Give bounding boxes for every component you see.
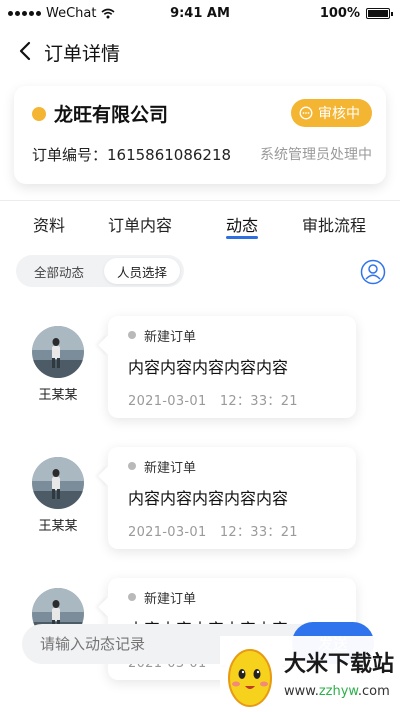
activity-filter: 全部动态 人员选择 <box>16 255 184 287</box>
event-dot <box>128 331 136 339</box>
user-icon <box>360 259 386 285</box>
avatar <box>32 326 84 378</box>
company-status-dot <box>32 107 46 121</box>
tab-info[interactable]: 资料 <box>33 212 65 236</box>
page-title: 订单详情 <box>44 43 121 65</box>
event-content: 内容内容内容内容内容 <box>128 489 289 508</box>
activity-item: 王某某 新建订单 内容内容内容内容内容 2021-03-01 12：33：21 <box>0 316 400 426</box>
activity-bubble: 新建订单 内容内容内容内容内容 2021-03-01 12：33：21 <box>108 447 356 549</box>
filter-people-button[interactable]: 人员选择 <box>104 258 180 284</box>
user-select-button[interactable] <box>360 259 386 285</box>
event-content: 内容内容内容内容内容 <box>128 358 289 377</box>
clock-icon <box>299 106 313 120</box>
mascot-logo <box>228 649 272 707</box>
author-name: 王某某 <box>38 388 78 403</box>
watermark-title: 大米下载站 <box>284 652 395 677</box>
status-text: 审核中 <box>318 106 360 122</box>
watermark-url: www.zzhyw.com <box>284 684 390 699</box>
event-dot <box>128 593 136 601</box>
event-type: 新建订单 <box>144 592 197 607</box>
battery-status: 100% <box>319 6 393 21</box>
order-number: 订单编号：1615861086218 <box>32 146 232 164</box>
event-time: 2021-03-01 12：33：21 <box>128 394 298 409</box>
active-tab-indicator <box>226 236 258 239</box>
filter-all-button[interactable]: 全部动态 <box>20 258 98 284</box>
order-summary-card: 龙旺有限公司 审核中 订单编号：1615861086218 系统管理员处理中 <box>14 86 386 184</box>
tab-order-content[interactable]: 订单内容 <box>108 212 172 236</box>
tab-bar: 资料 订单内容 动态 审批流程 <box>0 204 400 246</box>
company-name: 龙旺有限公司 <box>54 104 169 126</box>
tab-approval-flow[interactable]: 审批流程 <box>302 212 366 236</box>
event-dot <box>128 462 136 470</box>
event-type: 新建订单 <box>144 330 197 345</box>
avatar <box>32 457 84 509</box>
nav-bar: 订单详情 <box>0 28 400 74</box>
activity-item: 王某某 新建订单 内容内容内容内容内容 2021-03-01 12：33：21 <box>0 447 400 557</box>
watermark: 大米下载站 www.zzhyw.com <box>220 636 400 712</box>
tab-activity[interactable]: 动态 <box>226 212 258 236</box>
back-button[interactable] <box>14 38 36 64</box>
status-badge: 审核中 <box>291 99 372 127</box>
chevron-left-icon <box>19 41 31 61</box>
order-processing-note: 系统管理员处理中 <box>260 147 372 163</box>
status-bar: WeChat 9:41 AM 100% <box>0 0 400 28</box>
event-type: 新建订单 <box>144 461 197 476</box>
divider <box>0 200 400 201</box>
battery-percent: 100% <box>319 6 360 21</box>
activity-bubble: 新建订单 内容内容内容内容内容 2021-03-01 12：33：21 <box>108 316 356 418</box>
event-time: 2021-03-01 12：33：21 <box>128 525 298 540</box>
battery-icon <box>366 8 393 19</box>
author-name: 王某某 <box>38 519 78 534</box>
